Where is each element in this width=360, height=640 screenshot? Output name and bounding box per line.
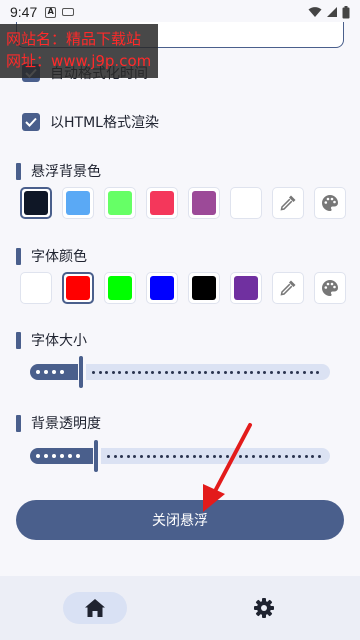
- bg-palette-button[interactable]: [314, 187, 346, 219]
- slider-thumb[interactable]: [79, 356, 83, 388]
- font-swatch-3[interactable]: [146, 272, 178, 304]
- wifi-icon: [308, 7, 322, 17]
- font-color-title: 字体颜色: [31, 249, 87, 265]
- close-float-button[interactable]: 关闭悬浮: [16, 500, 344, 540]
- bg-opacity-title: 背景透明度: [31, 416, 101, 432]
- home-icon: [85, 599, 105, 617]
- font-swatch-5[interactable]: [230, 272, 262, 304]
- font-color-swatches: [20, 272, 346, 304]
- watermark: 网站名：精品下载站 网址：www.j9p.com: [0, 24, 158, 78]
- status-bar: 9:47 A: [0, 0, 360, 24]
- keyboard-icon: [62, 8, 75, 16]
- section-marker: [16, 414, 21, 432]
- font-swatch-4[interactable]: [188, 272, 220, 304]
- font-swatch-0[interactable]: [20, 272, 52, 304]
- font-swatch-1[interactable]: [62, 272, 94, 304]
- font-size-title: 字体大小: [31, 333, 87, 349]
- eyedropper-icon: [280, 195, 296, 211]
- status-icons: [308, 5, 350, 19]
- status-time: 9:47: [10, 4, 38, 20]
- bg-swatch-0[interactable]: [20, 187, 52, 219]
- bg-opacity-section-title: 背景透明度: [16, 413, 101, 433]
- bg-eyedropper-button[interactable]: [272, 187, 304, 219]
- font-color-section-title: 字体颜色: [16, 246, 87, 266]
- bg-swatch-4[interactable]: [188, 187, 220, 219]
- battery-icon: [342, 5, 350, 18]
- slider-inactive-track: [86, 364, 330, 380]
- notification-icon: A: [45, 6, 57, 18]
- slider-inactive-track: [101, 448, 330, 464]
- font-size-slider[interactable]: [30, 356, 330, 388]
- nav-settings-tab[interactable]: [248, 592, 280, 624]
- watermark-site-url: 网址：www.j9p.com: [6, 52, 152, 70]
- gear-icon: [254, 598, 274, 618]
- bg-swatch-2[interactable]: [104, 187, 136, 219]
- section-marker: [16, 162, 21, 180]
- section-marker: [16, 247, 21, 265]
- bg-color-title: 悬浮背景色: [31, 164, 101, 180]
- font-swatch-2[interactable]: [104, 272, 136, 304]
- bg-color-swatches: [20, 187, 346, 219]
- slider-active-track: [30, 364, 78, 380]
- watermark-site-name: 网站名：精品下载站: [6, 30, 142, 48]
- font-eyedropper-button[interactable]: [272, 272, 304, 304]
- html-render-label: 以HTML格式渲染: [50, 115, 159, 131]
- html-render-option[interactable]: 以HTML格式渲染: [22, 112, 159, 132]
- bg-opacity-slider[interactable]: [30, 440, 330, 472]
- eyedropper-icon: [280, 280, 296, 296]
- bg-swatch-1[interactable]: [62, 187, 94, 219]
- bg-swatch-3[interactable]: [146, 187, 178, 219]
- bg-swatch-5[interactable]: [230, 187, 262, 219]
- check-icon: [25, 117, 37, 127]
- bg-color-section-title: 悬浮背景色: [16, 161, 101, 181]
- slider-thumb[interactable]: [94, 440, 98, 472]
- section-marker: [16, 331, 21, 349]
- slider-active-track: [30, 448, 93, 464]
- palette-icon: [322, 280, 338, 296]
- signal-icon: [327, 7, 337, 17]
- palette-icon: [322, 195, 338, 211]
- nav-home-tab[interactable]: [63, 592, 127, 624]
- font-size-section-title: 字体大小: [16, 330, 87, 350]
- annotation-arrow: [203, 423, 252, 512]
- bottom-nav: [0, 576, 360, 640]
- font-palette-button[interactable]: [314, 272, 346, 304]
- html-render-checkbox[interactable]: [22, 113, 40, 131]
